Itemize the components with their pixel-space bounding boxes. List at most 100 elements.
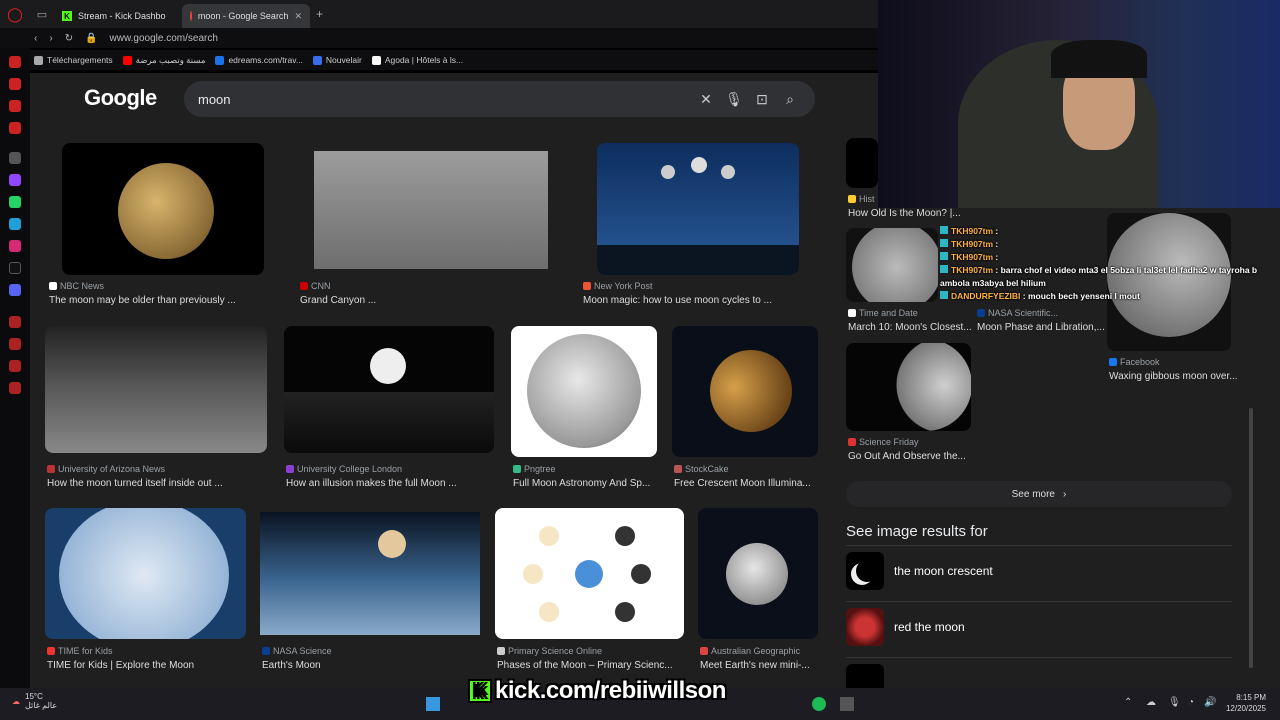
url-field[interactable]: www.google.com/search <box>110 33 218 44</box>
result-card[interactable]: NBC News The moon may be older than prev… <box>47 143 283 313</box>
result-title[interactable]: The moon may be older than previously ..… <box>49 295 236 306</box>
mic-tray-icon[interactable]: 🎙 <box>1168 697 1181 708</box>
crescent-moon-image[interactable] <box>672 326 818 457</box>
moon-tree-image[interactable] <box>45 508 246 639</box>
mic-icon[interactable]: 🎙 <box>723 88 745 110</box>
tray-chevron-icon[interactable]: ⌃ <box>1124 697 1132 708</box>
earth-moon-image[interactable] <box>260 512 480 635</box>
bookmark-agoda[interactable]: Agoda | Hôtels à ls... <box>371 55 463 65</box>
tab-kick-dashboard[interactable]: K Stream - Kick Dashbo <box>54 4 182 28</box>
result-card[interactable]: Science Friday Go Out And Observe the... <box>846 343 976 468</box>
result-title[interactable]: How the moon turned itself inside out ..… <box>47 478 223 489</box>
result-card[interactable]: StockCake Free Crescent Moon Illumina... <box>672 326 822 496</box>
tab-google-search[interactable]: moon - Google Search ✕ <box>182 4 310 28</box>
half-moon-image[interactable] <box>846 343 971 431</box>
sidebar-news-icon[interactable] <box>9 100 21 112</box>
related-search-item[interactable]: the moon crescent <box>846 545 1232 595</box>
streamer-hair <box>1051 40 1147 78</box>
bookmark-downloads[interactable]: Téléchargements <box>34 55 113 65</box>
result-title[interactable]: Moon Phase and Libration,... <box>977 322 1105 333</box>
result-card[interactable]: TIME for Kids TIME for Kids | Explore th… <box>45 508 247 678</box>
chat-message: TKH907tm : <box>940 252 1280 262</box>
bookmark-youtube[interactable]: مسنة وتصبب مرضة <box>122 55 205 66</box>
reload-icon[interactable]: ↻ <box>65 33 73 44</box>
weather-widget[interactable]: ☁ 15°C عالم غائل <box>12 692 57 710</box>
sidebar-whatsapp-icon[interactable] <box>9 196 21 208</box>
badge-icon <box>940 265 948 273</box>
result-card[interactable]: CNN Grand Canyon ... <box>298 143 568 313</box>
windows-start-icon[interactable] <box>426 697 440 711</box>
google-logo[interactable]: Google <box>84 85 157 111</box>
result-card[interactable]: University of Arizona News How the moon … <box>45 326 267 496</box>
sidebar-tiktok-icon[interactable] <box>9 262 21 274</box>
result-title[interactable]: How Old Is the Moon? |... <box>848 208 961 219</box>
moon-phases-image[interactable] <box>597 143 799 275</box>
sidebar-ai-icon[interactable] <box>9 152 21 164</box>
sidebar-instagram-icon[interactable] <box>9 240 21 252</box>
scrollbar[interactable] <box>1249 408 1253 668</box>
sidebar-player-icon[interactable] <box>9 316 21 328</box>
clear-icon[interactable]: ✕ <box>695 88 717 110</box>
sidebar-pinboard-icon[interactable] <box>9 360 21 372</box>
related-search-item[interactable]: red the moon <box>846 601 1232 651</box>
result-title[interactable]: Waxing gibbous moon over... <box>1109 371 1238 382</box>
result-card[interactable]: University College London How an illusio… <box>284 326 496 496</box>
sidebar-history-icon[interactable] <box>9 338 21 350</box>
sidebar-telegram-icon[interactable] <box>9 218 21 230</box>
network-icon[interactable]: ☁ <box>1146 697 1156 708</box>
moon-closest-image[interactable] <box>846 228 938 302</box>
result-card[interactable]: Primary Science Online Phases of the Moo… <box>495 508 687 678</box>
lens-icon[interactable]: ⊡ <box>751 88 773 110</box>
volume-icon[interactable]: 🔊 <box>1204 697 1216 708</box>
red-moon-thumb <box>846 607 884 646</box>
search-icon[interactable]: ⌕ <box>779 88 801 110</box>
result-title[interactable]: March 10: Moon's Closest... <box>848 322 972 333</box>
sidebar-aria-icon[interactable] <box>9 56 21 68</box>
result-title[interactable]: How an illusion makes the full Moon ... <box>286 478 457 489</box>
result-title[interactable]: Grand Canyon ... <box>300 295 376 306</box>
sidebar-tv-icon[interactable] <box>9 122 21 134</box>
result-card[interactable]: NASA Scientific... Moon Phase and Librat… <box>975 308 1115 348</box>
chat-message: DANDURFYEZIBI : mouch bech yenseni I mou… <box>940 291 1280 301</box>
result-card[interactable]: Australian Geographic Meet Earth's new m… <box>698 508 822 678</box>
full-moon-sea-image[interactable] <box>284 326 494 453</box>
sidebar-store-icon[interactable] <box>9 78 21 90</box>
result-title[interactable]: Full Moon Astronomy And Sp... <box>513 478 650 489</box>
moon-surface-image[interactable] <box>314 151 548 269</box>
result-title[interactable]: TIME for Kids | Explore the Moon <box>47 660 194 671</box>
result-title[interactable]: Earth's Moon <box>262 660 321 671</box>
search-input[interactable] <box>198 91 689 107</box>
spotify-icon[interactable] <box>812 697 826 711</box>
bookmark-edreams[interactable]: edreams.com/trav... <box>215 55 303 65</box>
moon-phases-diagram-image[interactable] <box>495 508 684 639</box>
sidebar-twitch-icon[interactable] <box>9 174 21 186</box>
result-title[interactable]: Moon magic: how to use moon cycles to ..… <box>583 295 772 306</box>
mini-moon-image[interactable] <box>698 508 818 639</box>
new-tab-icon[interactable]: + <box>316 7 323 21</box>
result-card[interactable]: Pngtree Full Moon Astronomy And Sp... <box>511 326 661 496</box>
back-icon[interactable]: ‹ <box>34 33 37 44</box>
result-title[interactable]: Go Out And Observe the... <box>848 451 966 462</box>
result-title[interactable]: Meet Earth's new mini-... <box>700 660 810 671</box>
astronaut-image[interactable] <box>45 326 267 453</box>
result-title[interactable]: Free Crescent Moon Illumina... <box>674 478 811 489</box>
tab-list-icon[interactable]: ▭ <box>30 0 54 28</box>
result-title[interactable]: Phases of the Moon – Primary Scienc... <box>497 660 673 671</box>
result-card[interactable]: New York Post Moon magic: how to use moo… <box>581 143 821 313</box>
see-more-button[interactable]: See more › <box>846 481 1232 507</box>
sidebar-discord-icon[interactable] <box>9 284 21 296</box>
close-tab-icon[interactable]: ✕ <box>294 11 302 22</box>
result-card[interactable]: NASA Science Earth's Moon <box>260 508 482 678</box>
bookmark-nouvelair[interactable]: Nouvelair <box>312 55 362 65</box>
forward-icon[interactable]: › <box>49 33 52 44</box>
app-icon[interactable] <box>840 697 854 711</box>
moon-image[interactable] <box>62 143 264 275</box>
opera-logo-icon[interactable]: ◯ <box>0 0 30 28</box>
result-source: NASA Science <box>262 646 332 656</box>
full-moon-image[interactable] <box>511 326 657 457</box>
related-search-item[interactable] <box>846 657 1232 688</box>
wifi-icon[interactable]: ◔ <box>1188 697 1194 708</box>
moon-image[interactable] <box>846 138 878 188</box>
clock[interactable]: 8:15 PM 12/20/2025 <box>1226 692 1266 714</box>
sidebar-settings-icon[interactable] <box>9 382 21 394</box>
